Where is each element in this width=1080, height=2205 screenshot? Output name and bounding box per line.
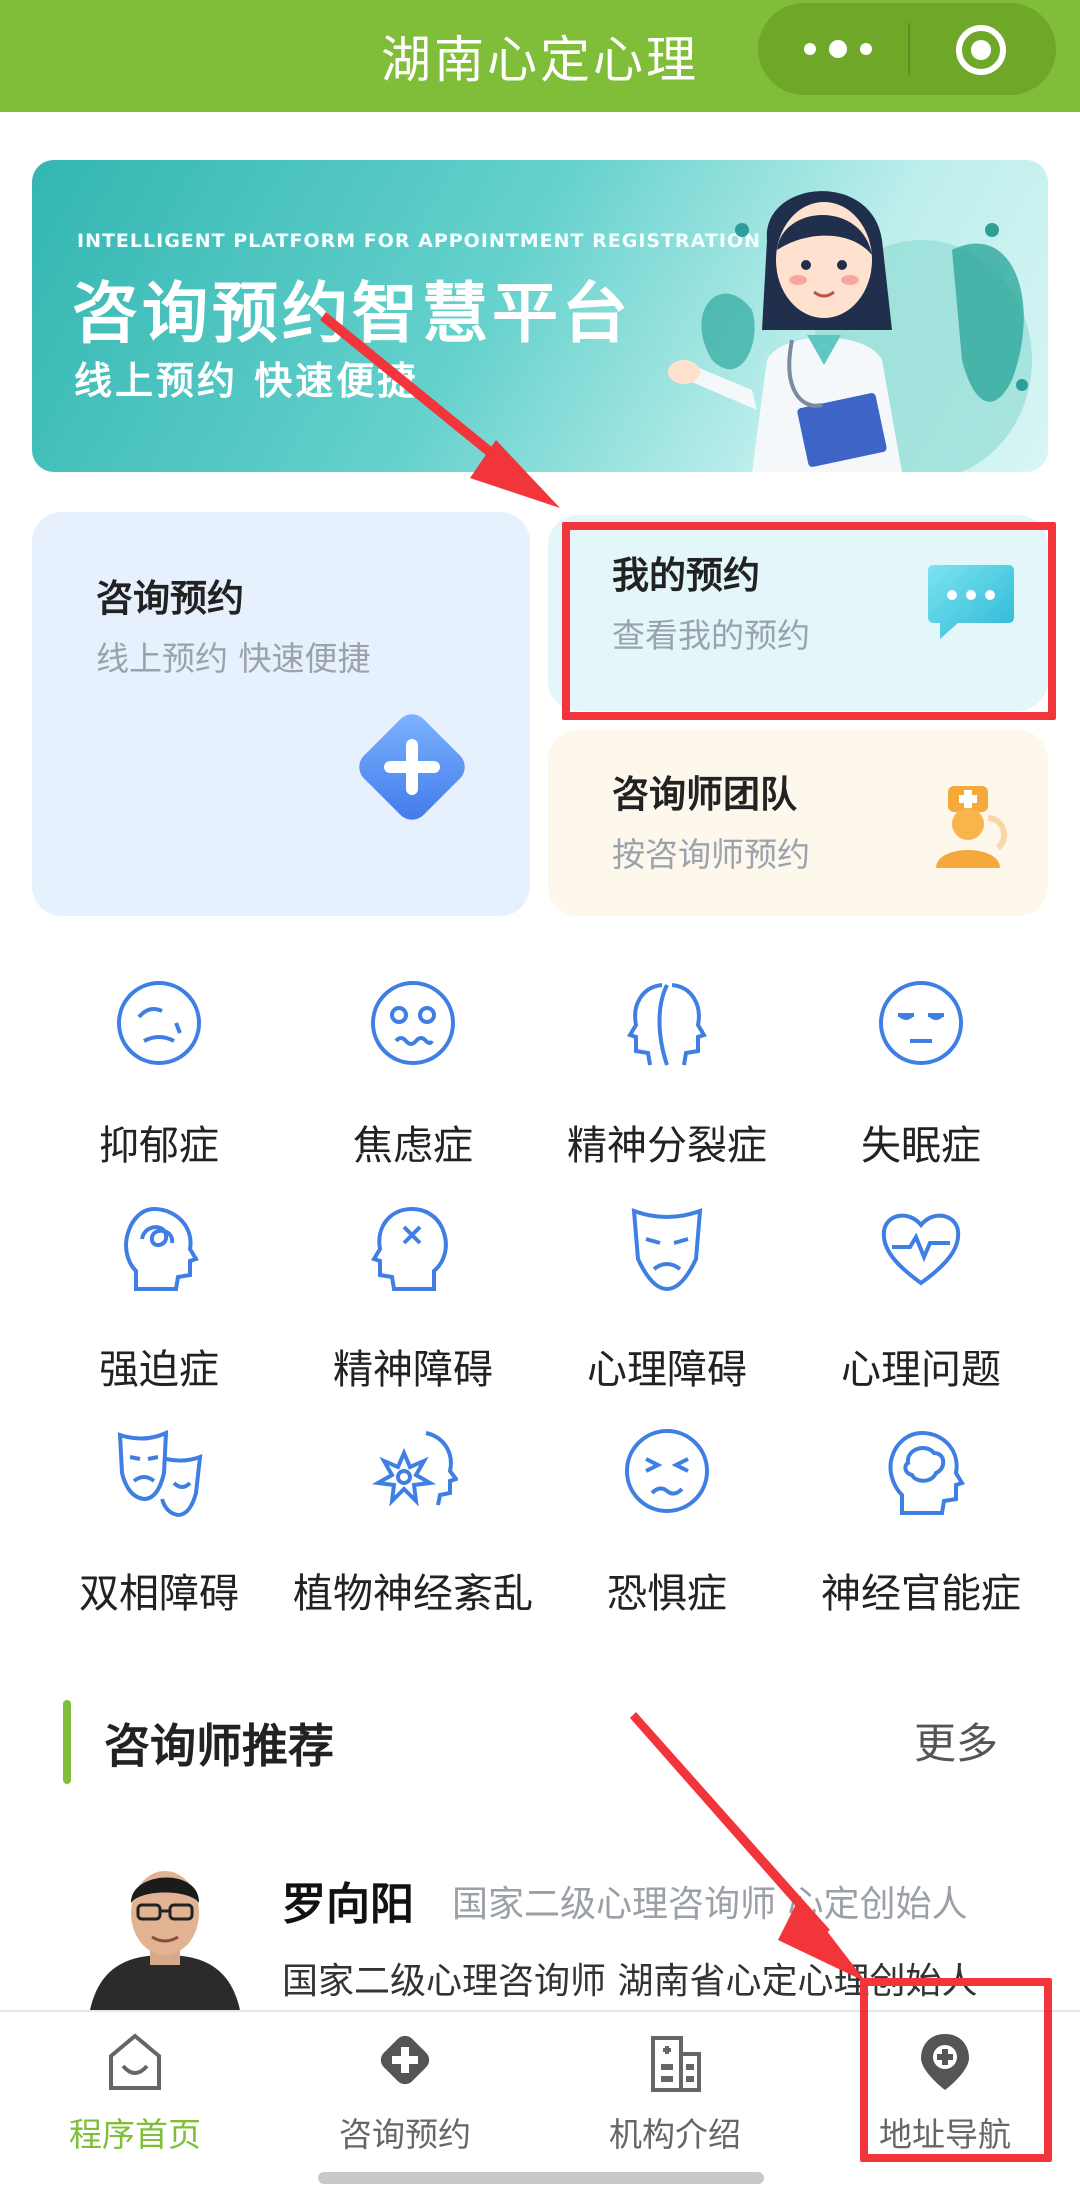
section-accent-bar	[63, 1700, 71, 1784]
tab-label: 程序首页	[69, 2115, 201, 2154]
theater-masks-icon	[117, 1429, 203, 1518]
banner-title: 咨询预约智慧平台	[72, 275, 632, 352]
category-insomnia[interactable]: 失眠症	[794, 975, 1048, 1195]
team-card-title: 咨询师团队	[612, 773, 797, 816]
category-label: 精神分裂症	[567, 1123, 767, 1169]
team-card-subtitle: 按咨询师预约	[612, 835, 810, 874]
doctor-illustration	[668, 191, 1032, 472]
category-label: 心理障碍	[587, 1347, 747, 1393]
home-indicator	[318, 2172, 764, 2184]
section-title: 咨询师推荐	[104, 1719, 334, 1773]
avatar[interactable]	[90, 1855, 240, 2010]
category-anxiety[interactable]: 焦虑症	[286, 975, 540, 1195]
category-autonomic[interactable]: 植物神经紊乱	[286, 1423, 540, 1643]
tab-home[interactable]: 程序首页	[0, 2030, 270, 2160]
category-label: 双相障碍	[79, 1571, 239, 1617]
category-ocd[interactable]: 强迫症	[32, 1199, 286, 1419]
category-depression[interactable]: 抑郁症	[32, 975, 286, 1195]
mini-program-capsule	[758, 3, 1056, 95]
category-label: 植物神经紊乱	[293, 1571, 533, 1617]
category-label: 强迫症	[99, 1347, 219, 1393]
home-icon	[109, 2033, 161, 2090]
category-label: 精神障碍	[333, 1347, 493, 1393]
tangled-head-icon	[124, 1206, 199, 1291]
counselor-team-card[interactable]: 咨询师团队 按咨询师预约	[548, 730, 1048, 916]
more-link[interactable]: 更多	[914, 1710, 998, 1771]
counselor-name: 罗向阳	[282, 1879, 414, 1930]
tab-label: 咨询预约	[339, 2115, 471, 2154]
consult-booking-card[interactable]: 咨询预约 线上预约 快速便捷	[32, 512, 530, 916]
doctor-icon	[936, 786, 1008, 868]
category-neurosis[interactable]: 神经官能症	[794, 1423, 1048, 1643]
category-phobia[interactable]: 恐惧症	[540, 1423, 794, 1643]
mask-icon	[631, 1208, 703, 1292]
plus-diamond-icon	[359, 714, 465, 820]
highlight-my-booking	[562, 522, 1056, 720]
category-label: 心理问题	[841, 1347, 1001, 1393]
tab-consult[interactable]: 咨询预约	[270, 2030, 540, 2160]
consult-card-title: 咨询预约	[96, 577, 244, 620]
heartbeat-icon	[881, 1213, 961, 1286]
more-options-icon[interactable]	[798, 25, 878, 73]
plus-badge-icon	[380, 2035, 430, 2085]
category-psych-issue[interactable]: 心理问题	[794, 1199, 1048, 1419]
close-target-icon[interactable]	[954, 23, 1008, 77]
category-schizophrenia[interactable]: 精神分裂症	[540, 975, 794, 1195]
category-label: 抑郁症	[99, 1123, 219, 1169]
banner-subtitle: 线上预约 快速便捷	[74, 359, 419, 403]
highlight-navigation-tab	[860, 1978, 1052, 2162]
dizzy-face-icon	[371, 981, 455, 1065]
consult-card-subtitle: 线上预约 快速便捷	[96, 639, 371, 678]
tab-label: 机构介绍	[609, 2115, 741, 2154]
category-label: 神经官能症	[821, 1571, 1021, 1617]
x-head-icon	[371, 1206, 448, 1291]
sad-face-icon	[117, 981, 201, 1065]
category-psych-disorder[interactable]: 心理障碍	[540, 1199, 794, 1419]
category-bipolar[interactable]: 双相障碍	[32, 1423, 286, 1643]
category-mental-disorder[interactable]: 精神障碍	[286, 1199, 540, 1419]
category-label: 恐惧症	[607, 1571, 727, 1617]
counselor-title: 国家二级心理咨询师 心定创始人	[452, 1884, 968, 1925]
fear-face-icon	[625, 1429, 709, 1513]
brain-head-icon	[888, 1430, 965, 1515]
burst-head-icon	[371, 1431, 458, 1507]
tab-about[interactable]: 机构介绍	[540, 2030, 810, 2160]
category-label: 失眠症	[861, 1123, 981, 1169]
hospital-icon	[651, 2036, 701, 2092]
category-label: 焦虑症	[353, 1123, 473, 1169]
split-head-icon	[627, 983, 707, 1066]
promo-banner[interactable]: INTELLIGENT PLATFORM FOR APPOINTMENT REG…	[32, 160, 1048, 472]
top-bar: 湖南心定心理	[0, 0, 1080, 112]
sleepy-face-icon	[879, 981, 963, 1065]
